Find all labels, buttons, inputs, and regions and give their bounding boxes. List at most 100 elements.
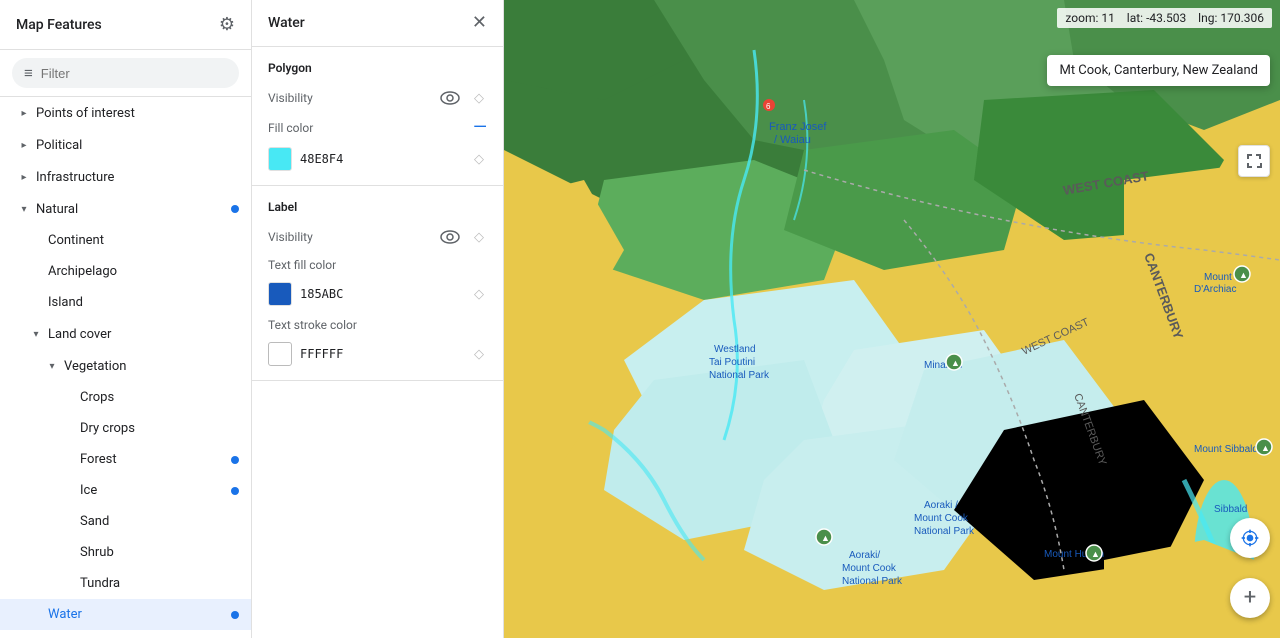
chevron-icon: ▸ <box>16 137 32 153</box>
text-fill-color-value-row: 185ABC ◇ <box>268 282 487 306</box>
text-stroke-color-value[interactable]: FFFFFF <box>300 347 343 361</box>
sidebar-item-vegetation[interactable]: ▾ Vegetation <box>0 350 251 382</box>
fill-color-diamond[interactable]: ◇ <box>471 151 487 167</box>
location-button[interactable] <box>1230 518 1270 558</box>
sidebar-item-label-tundra: Tundra <box>80 576 235 591</box>
sidebar-filter-section: ≡ <box>0 50 251 97</box>
sidebar-item-dot <box>231 611 239 619</box>
chevron-icon: ▸ <box>16 169 32 185</box>
svg-text:▲: ▲ <box>1239 270 1248 280</box>
label-visibility-diamond[interactable]: ◇ <box>471 229 487 245</box>
polygon-visibility-diamond[interactable]: ◇ <box>471 90 487 106</box>
sidebar-item-infrastructure[interactable]: ▸ Infrastructure <box>0 161 251 193</box>
svg-text:Mount Cook: Mount Cook <box>842 563 897 574</box>
svg-text:▲: ▲ <box>951 358 960 368</box>
filter-icon: ≡ <box>24 64 33 82</box>
zoom-value: 11 <box>1101 11 1115 25</box>
lng-value: 170.306 <box>1220 11 1264 25</box>
polygon-visibility-toggle[interactable] <box>439 87 461 109</box>
svg-text:Mount: Mount <box>1204 272 1232 283</box>
sidebar-item-background[interactable]: Background <box>0 630 251 638</box>
text-stroke-color-diamond[interactable]: ◇ <box>471 346 487 362</box>
fill-color-minus[interactable]: — <box>473 119 487 137</box>
sidebar-item-water[interactable]: Water <box>0 599 251 630</box>
sidebar-item-label-water: Water <box>48 607 235 622</box>
sidebar-item-shrub[interactable]: Shrub <box>0 537 251 568</box>
close-button[interactable]: ✕ <box>472 14 487 32</box>
water-panel: Water ✕ Polygon Visibility ◇ Fill color <box>252 0 504 638</box>
fullscreen-button[interactable] <box>1238 145 1270 177</box>
sidebar-item-island[interactable]: Island <box>0 287 251 318</box>
polygon-visibility-row: Visibility ◇ <box>268 87 487 109</box>
chevron-icon: ▾ <box>44 358 60 374</box>
sidebar-header: Map Features ⚙ <box>0 0 251 50</box>
sidebar-item-forest[interactable]: Forest <box>0 444 251 475</box>
sidebar-item-crops[interactable]: Crops <box>0 382 251 413</box>
fill-color-swatch[interactable] <box>268 147 292 171</box>
sidebar-item-natural[interactable]: ▾Natural <box>0 193 251 225</box>
sidebar-item-archipelago[interactable]: Archipelago <box>0 256 251 287</box>
svg-text:▲: ▲ <box>1091 549 1100 559</box>
svg-text:Aoraki/: Aoraki/ <box>849 550 880 561</box>
sidebar-item-political[interactable]: ▸Political <box>0 129 251 161</box>
sidebar-item-label-shrub: Shrub <box>80 545 235 560</box>
map-coordinates: zoom: 11 lat: -43.503 lng: 170.306 <box>1057 8 1272 28</box>
sidebar-item-label-vegetation: Vegetation <box>64 359 235 374</box>
label-visibility-toggle[interactable] <box>439 226 461 248</box>
zoom-label: zoom: <box>1065 11 1098 25</box>
sidebar-item-tundra[interactable]: Tundra <box>0 568 251 599</box>
polygon-fill-color-section: Fill color — 48E8F4 ◇ <box>268 119 487 171</box>
sidebar-item-label-crops: Crops <box>80 390 235 405</box>
svg-text:Tai Poutini: Tai Poutini <box>709 357 755 368</box>
sidebar-item-land-cover[interactable]: ▾Land cover <box>0 318 251 350</box>
svg-text:Franz Josef: Franz Josef <box>769 121 827 133</box>
sidebar-item-dot <box>231 205 239 213</box>
fill-color-label: Fill color <box>268 121 313 135</box>
map-area[interactable]: WEST COAST CANTERBURY WEST COAST CANTERB… <box>504 0 1280 638</box>
sidebar-item-label-dry-crops: Dry crops <box>80 421 235 436</box>
svg-text:National Park: National Park <box>842 576 903 587</box>
filter-input[interactable] <box>41 66 227 81</box>
sidebar-item-sand[interactable]: Sand <box>0 506 251 537</box>
fill-color-value[interactable]: 48E8F4 <box>300 152 343 166</box>
sidebar-item-label-ice: Ice <box>80 483 235 498</box>
svg-text:National Park: National Park <box>709 370 770 381</box>
svg-text:▲: ▲ <box>821 533 830 543</box>
sidebar-item-label-infrastructure: Infrastructure <box>36 170 235 185</box>
text-fill-color-swatch[interactable] <box>268 282 292 306</box>
filter-input-wrap: ≡ <box>12 58 239 88</box>
text-fill-color-diamond[interactable]: ◇ <box>471 286 487 302</box>
sidebar-item-points-of-interest[interactable]: ▸Points of interest <box>0 97 251 129</box>
text-fill-color-label: Text fill color <box>268 258 336 272</box>
fill-color-label-row: Fill color — <box>268 119 487 137</box>
panel-title: Water <box>268 15 305 31</box>
text-stroke-color-row: FFFFFF <box>268 342 343 366</box>
label-section-title: Label <box>268 200 487 214</box>
sidebar-item-dot <box>231 487 239 495</box>
sidebar-item-dry-crops[interactable]: Dry crops <box>0 413 251 444</box>
svg-text:/ Waiau: / Waiau <box>774 134 811 146</box>
sidebar-item-continent[interactable]: Continent <box>0 225 251 256</box>
svg-text:Mount Cook: Mount Cook <box>914 513 969 524</box>
gear-icon[interactable]: ⚙ <box>219 14 235 35</box>
sidebar-item-label-forest: Forest <box>80 452 235 467</box>
tooltip-text: Mt Cook, Canterbury, New Zealand <box>1059 63 1258 78</box>
sidebar: Map Features ⚙ ≡ ▸Points of interest▸Pol… <box>0 0 252 638</box>
svg-text:D'Archiac: D'Archiac <box>1194 284 1236 295</box>
sidebar-item-ice[interactable]: Ice <box>0 475 251 506</box>
svg-text:Westland: Westland <box>714 344 756 355</box>
sidebar-item-label-continent: Continent <box>48 233 235 248</box>
text-fill-color-row: 185ABC <box>268 282 343 306</box>
svg-text:Mount Sibbald: Mount Sibbald <box>1194 444 1258 455</box>
text-stroke-color-swatch[interactable] <box>268 342 292 366</box>
lng-label: lng: <box>1198 11 1217 25</box>
text-fill-color-section: Text fill color 185ABC ◇ <box>268 258 487 306</box>
svg-text:6: 6 <box>766 102 771 111</box>
label-visibility-label: Visibility <box>268 230 313 244</box>
zoom-plus-button[interactable]: + <box>1230 578 1270 618</box>
text-stroke-color-label: Text stroke color <box>268 318 357 332</box>
text-fill-color-value[interactable]: 185ABC <box>300 287 343 301</box>
polygon-section: Polygon Visibility ◇ Fill color — <box>252 47 503 186</box>
svg-text:Aoraki /: Aoraki / <box>924 500 958 511</box>
label-visibility-row: Visibility ◇ <box>268 226 487 248</box>
